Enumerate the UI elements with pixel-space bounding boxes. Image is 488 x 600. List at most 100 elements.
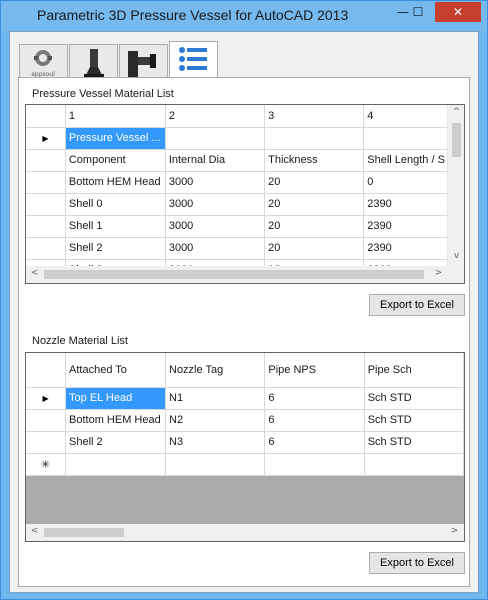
- scroll-left-icon[interactable]: <: [26, 268, 43, 278]
- column-header[interactable]: Attached To: [65, 353, 166, 388]
- table-cell[interactable]: Component: [65, 149, 166, 172]
- main-window: Parametric 3D Pressure Vessel for AutoCA…: [0, 0, 488, 600]
- table-cell[interactable]: Shell 2: [65, 431, 166, 454]
- table-cell[interactable]: Top EL Head: [65, 387, 166, 410]
- new-row-marker: ✳: [40, 458, 51, 471]
- table-cell[interactable]: 6: [264, 387, 365, 410]
- row-header[interactable]: [26, 215, 66, 238]
- table-cell[interactable]: Sch STD: [364, 409, 464, 432]
- current-row-marker: ▶: [42, 134, 49, 143]
- table-cell[interactable]: 3000: [165, 215, 266, 238]
- material-export-button[interactable]: Export to Excel: [369, 294, 465, 316]
- table-cell[interactable]: Thickness: [264, 149, 365, 172]
- table-row[interactable]: Shell 2 N3 6 Sch STD: [26, 431, 464, 454]
- column-header[interactable]: Nozzle Tag: [165, 353, 266, 388]
- column-header[interactable]: Pipe Sch: [364, 353, 464, 388]
- table-cell[interactable]: 6: [264, 409, 365, 432]
- table-cell[interactable]: N2: [165, 409, 266, 432]
- nozzle-list-label: Nozzle Material List: [32, 335, 128, 347]
- table-cell[interactable]: Sch STD: [364, 431, 464, 454]
- column-header[interactable]: 1: [65, 105, 166, 128]
- row-header[interactable]: [26, 193, 66, 216]
- table-cell[interactable]: 20: [264, 193, 365, 216]
- row-header[interactable]: [26, 431, 67, 454]
- row-header[interactable]: [26, 237, 66, 260]
- table-cell[interactable]: Bottom HEM Head: [65, 171, 166, 194]
- table-row[interactable]: ▶ Pressure Vessel ...: [26, 127, 464, 150]
- scroll-up-icon[interactable]: ^: [448, 107, 464, 117]
- table-cell[interactable]: N3: [165, 431, 266, 454]
- table-cell[interactable]: [165, 453, 266, 476]
- table-row[interactable]: Bottom HEM Head 3000 20 0: [26, 171, 464, 194]
- table-cell[interactable]: Internal Dia: [165, 149, 266, 172]
- table-row[interactable]: Component Internal Dia Thickness Shell L…: [26, 149, 464, 172]
- nozzle-export-button[interactable]: Export to Excel: [369, 552, 465, 574]
- row-header[interactable]: [26, 149, 66, 172]
- scroll-left-icon[interactable]: <: [26, 526, 43, 536]
- material-list-grid[interactable]: 1 2 3 4 ▶ Pressure Vessel ... Component …: [25, 104, 465, 284]
- tab-appsoul[interactable]: appsoul: [19, 44, 68, 79]
- nozzle-horizontal-scrollbar[interactable]: < >: [26, 524, 464, 541]
- scroll-thumb[interactable]: [44, 528, 124, 537]
- scroll-thumb[interactable]: [452, 123, 461, 157]
- table-cell[interactable]: 3000: [165, 237, 266, 260]
- pressure-vessel-icon: [84, 49, 104, 77]
- table-cell[interactable]: 20: [264, 215, 365, 238]
- tab-nozzle-view[interactable]: [119, 44, 168, 79]
- table-cell[interactable]: Bottom HEM Head: [65, 409, 166, 432]
- row-header[interactable]: ▶: [26, 127, 66, 150]
- table-cell[interactable]: 20: [264, 237, 365, 260]
- material-vertical-scrollbar[interactable]: ^ v: [447, 105, 464, 266]
- maximize-button[interactable]: ☐: [405, 2, 431, 22]
- table-cell[interactable]: Pressure Vessel ...: [65, 127, 166, 150]
- table-cell[interactable]: [264, 127, 365, 150]
- table-row[interactable]: Shell 2 3000 20 2390: [26, 237, 464, 260]
- scroll-down-icon[interactable]: v: [448, 251, 464, 261]
- material-list-label: Pressure Vessel Material List: [32, 88, 174, 100]
- table-cell[interactable]: 20: [264, 171, 365, 194]
- column-header[interactable]: 3: [264, 105, 365, 128]
- scroll-right-icon[interactable]: >: [446, 526, 463, 536]
- title-bar[interactable]: Parametric 3D Pressure Vessel for AutoCA…: [1, 1, 487, 31]
- table-cell[interactable]: Sch STD: [364, 387, 464, 410]
- row-header[interactable]: [26, 171, 66, 194]
- nozzle-header-row: Attached To Nozzle Tag Pipe NPS Pipe Sch: [26, 353, 464, 388]
- table-row[interactable]: Bottom HEM Head N2 6 Sch STD: [26, 409, 464, 432]
- table-cell[interactable]: [264, 453, 365, 476]
- material-horizontal-scrollbar[interactable]: < >: [26, 266, 464, 283]
- tab-page-material-list: Pressure Vessel Material List 1 2 3 4 ▶: [18, 77, 470, 587]
- scroll-thumb[interactable]: [44, 270, 424, 279]
- table-cell[interactable]: [165, 127, 266, 150]
- table-cell[interactable]: N1: [165, 387, 266, 410]
- table-cell[interactable]: Shell 0: [65, 193, 166, 216]
- table-cell[interactable]: Shell 2: [65, 237, 166, 260]
- window-title: Parametric 3D Pressure Vessel for AutoCA…: [37, 7, 349, 23]
- row-header[interactable]: [26, 409, 67, 432]
- table-cell[interactable]: 3000: [165, 171, 266, 194]
- column-header[interactable]: 2: [165, 105, 266, 128]
- new-row[interactable]: ✳: [26, 453, 464, 476]
- nozzle-list-grid[interactable]: Attached To Nozzle Tag Pipe NPS Pipe Sch…: [25, 352, 465, 542]
- appsoul-logo-icon: appsoul: [31, 50, 55, 78]
- close-button[interactable]: ✕: [435, 2, 481, 22]
- table-cell[interactable]: [364, 453, 464, 476]
- table-cell[interactable]: 6: [264, 431, 365, 454]
- table-row[interactable]: Shell 1 3000 20 2390: [26, 215, 464, 238]
- column-header[interactable]: Pipe NPS: [264, 353, 365, 388]
- client-area: appsoul Pressure Vessel Material List 1 …: [9, 31, 479, 593]
- nozzle-table: Attached To Nozzle Tag Pipe NPS Pipe Sch…: [26, 353, 464, 476]
- scroll-right-icon[interactable]: >: [430, 268, 447, 278]
- table-cell[interactable]: 3000: [165, 193, 266, 216]
- table-row[interactable]: ▶ Top EL Head N1 6 Sch STD: [26, 387, 464, 410]
- material-header-row: 1 2 3 4: [26, 105, 464, 128]
- tab-material-list[interactable]: [169, 41, 218, 79]
- tab-vessel-view[interactable]: [69, 44, 118, 79]
- material-table: 1 2 3 4 ▶ Pressure Vessel ... Component …: [26, 105, 464, 282]
- current-row-marker: ▶: [42, 394, 49, 403]
- row-header[interactable]: ▶: [26, 387, 67, 410]
- table-cell[interactable]: [65, 453, 166, 476]
- row-header[interactable]: ✳: [26, 453, 67, 476]
- corner-cell: [26, 353, 67, 388]
- table-cell[interactable]: Shell 1: [65, 215, 166, 238]
- table-row[interactable]: Shell 0 3000 20 2390: [26, 193, 464, 216]
